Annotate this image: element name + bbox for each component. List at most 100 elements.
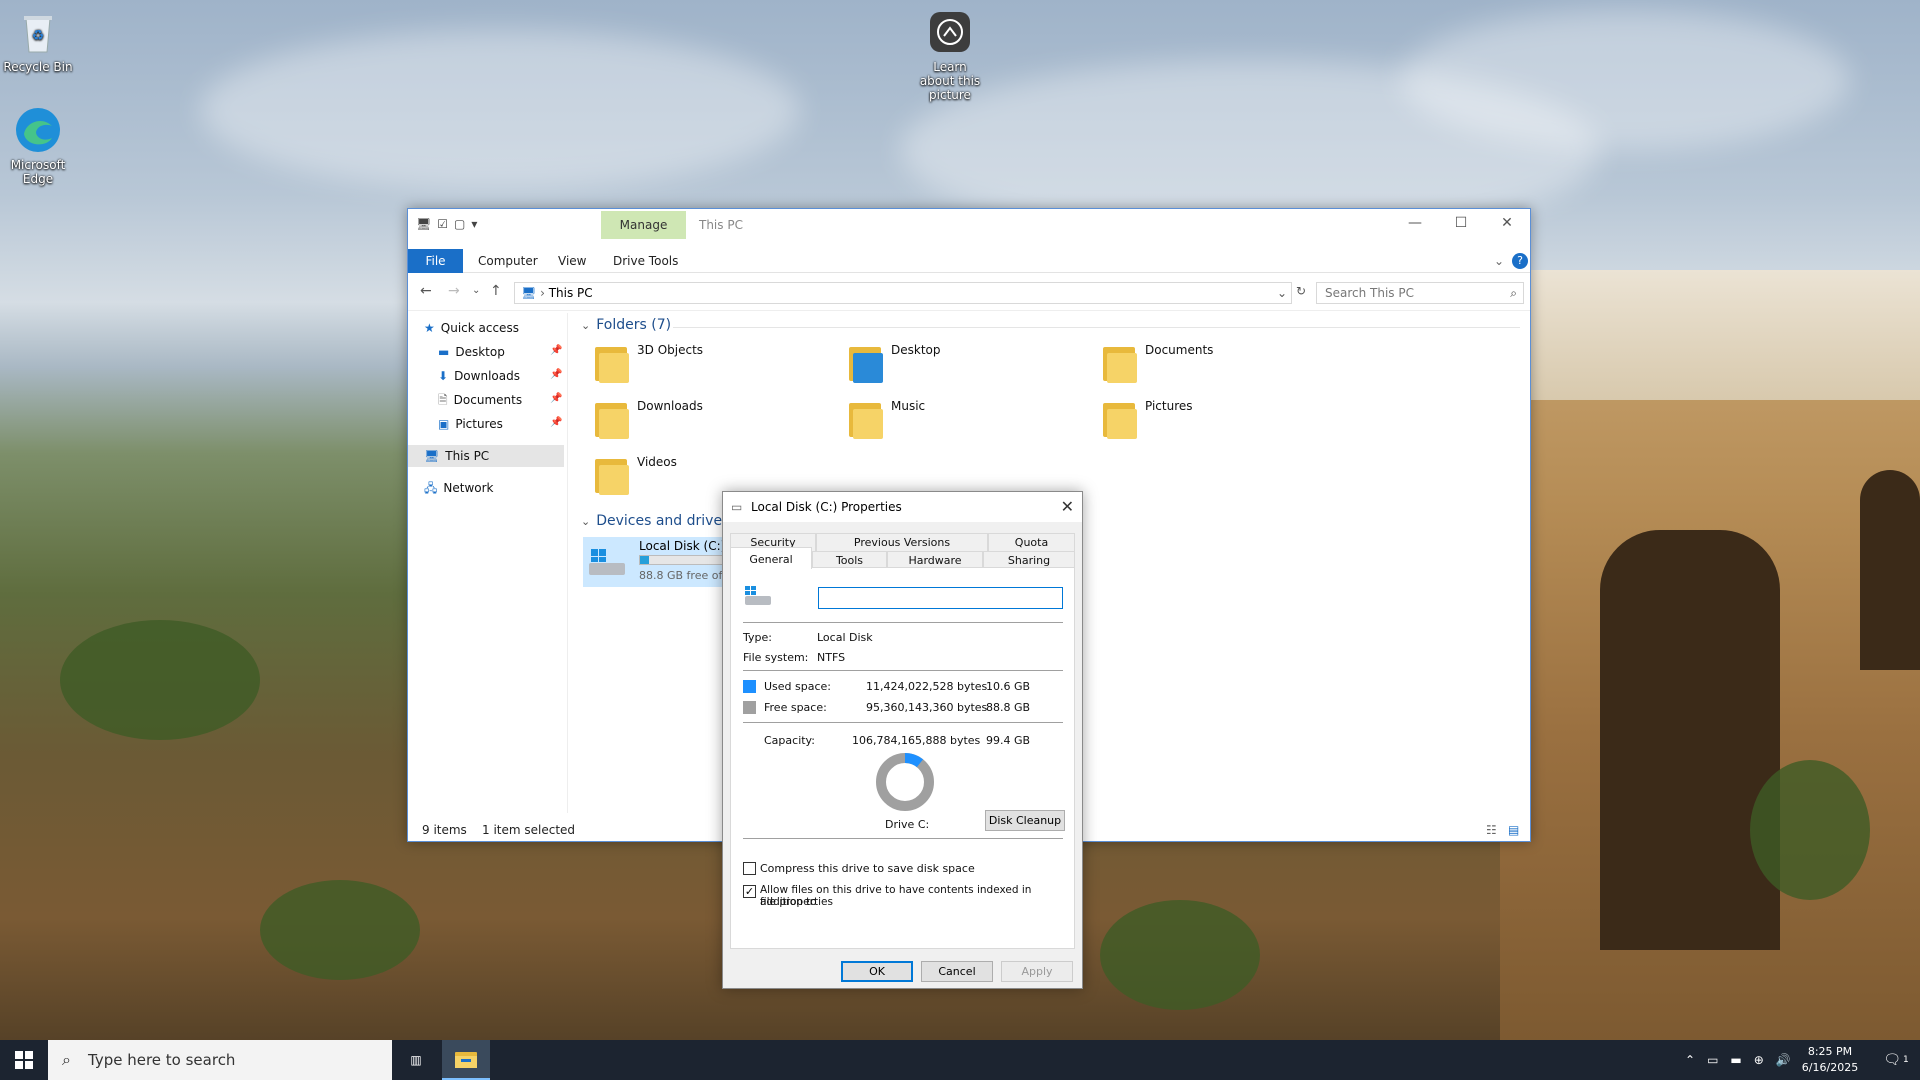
compress-checkbox[interactable] (743, 862, 756, 875)
learn-about-picture-shortcut[interactable]: Learn about this picture (910, 8, 990, 102)
devices-group-header[interactable]: ⌄ Devices and drives ( (581, 513, 739, 529)
folder-3d-objects[interactable]: 3D Objects (593, 343, 703, 383)
meet-now-icon[interactable]: ▭ (1707, 1053, 1718, 1067)
address-row: ← → ⌄ ↑ 🖥 › This PC ⌄ ↻ Search This PC ⌕ (408, 273, 1530, 311)
pin-icon[interactable]: 📌 (550, 345, 562, 356)
drive-name: Local Disk (C:) (639, 539, 726, 553)
nav-pictures[interactable]: ▣ Pictures (438, 413, 503, 435)
desktop-folder-icon (847, 343, 885, 383)
explorer-titlebar: 🖥 ☑ ▢ ▾ Manage This PC — ☐ ✕ (408, 209, 1530, 247)
back-icon[interactable]: ← (420, 283, 432, 299)
tab-view[interactable]: View (550, 249, 594, 273)
edge-shortcut[interactable]: Microsoft Edge (0, 106, 78, 186)
pin-icon[interactable]: 📌 (550, 417, 562, 428)
search-icon: ⌕ (62, 1050, 71, 1069)
battery-icon[interactable]: ▬ (1730, 1053, 1741, 1067)
drive-small-icon: ▭ (731, 500, 743, 514)
folder-documents[interactable]: Documents (1101, 343, 1213, 383)
pin-icon[interactable]: 📌 (550, 369, 562, 380)
free-space-swatch (743, 701, 756, 714)
used-space-gb: 10.6 GB (986, 680, 1031, 693)
type-value: Local Disk (817, 631, 873, 644)
nav-desktop[interactable]: ▬ Desktop (438, 341, 505, 363)
folder-pictures[interactable]: Pictures (1101, 399, 1193, 439)
ok-button[interactable]: OK (841, 961, 913, 982)
nav-network[interactable]: 🖧 Network (424, 477, 494, 499)
music-folder-icon (847, 399, 885, 439)
properties-icon[interactable]: ☑ (437, 217, 448, 231)
nav-downloads[interactable]: ⬇ Downloads (438, 365, 520, 387)
taskbar: ⌕ Type here to search ▥ ⌃ ▭ ▬ ⊕ 🔊 8:25 P… (0, 1040, 1920, 1080)
edge-icon (14, 106, 62, 154)
dialog-close-button[interactable]: ✕ (1061, 492, 1074, 522)
folder-desktop[interactable]: Desktop (847, 343, 941, 383)
navigation-pane: ★ Quick access ▬ Desktop 📌 ⬇ Downloads 📌 🗎 D… (408, 313, 568, 813)
tab-general[interactable]: General (730, 547, 812, 569)
hard-drive-icon (587, 545, 627, 579)
documents-folder-icon (1101, 343, 1139, 383)
new-folder-icon[interactable]: ▢ (454, 217, 465, 231)
recent-locations-icon[interactable]: ⌄ (472, 285, 480, 296)
capacity-label: Capacity: (764, 734, 815, 747)
this-pc-icon: 🖥 (521, 286, 537, 300)
taskbar-search-box[interactable]: ⌕ Type here to search (48, 1040, 392, 1080)
close-button[interactable]: ✕ (1484, 209, 1530, 239)
task-view-icon[interactable]: ▥ (392, 1040, 440, 1080)
customize-toolbar-icon[interactable]: ▾ (471, 217, 477, 231)
apply-button[interactable]: Apply (1001, 961, 1073, 982)
capacity-bytes: 106,784,165,888 bytes (852, 734, 981, 747)
start-button[interactable] (0, 1040, 48, 1080)
tab-file[interactable]: File (408, 249, 463, 273)
recycle-bin-shortcut[interactable]: ♻ Recycle Bin (0, 8, 78, 74)
up-icon[interactable]: ↑ (490, 283, 502, 299)
documents-icon: 🗎 (438, 393, 448, 407)
drive-usage-bar (639, 555, 729, 565)
folders-group-header[interactable]: ⌄ Folders (7) (581, 317, 671, 333)
tab-computer[interactable]: Computer (470, 249, 546, 273)
drive-c-tile[interactable]: Local Disk (C:) 88.8 GB free of 9 (583, 537, 733, 587)
forward-icon[interactable]: → (448, 283, 460, 299)
show-hidden-icons-icon[interactable]: ⌃ (1685, 1053, 1695, 1067)
address-dropdown-icon[interactable]: ⌄ (1277, 283, 1287, 303)
expand-ribbon-icon[interactable]: ⌄ (1486, 249, 1512, 273)
folder-music[interactable]: Music (847, 399, 925, 439)
filesystem-value: NTFS (817, 651, 846, 664)
disk-cleanup-button[interactable]: Disk Cleanup (985, 810, 1065, 831)
nav-documents[interactable]: 🗎 Documents (438, 389, 522, 411)
address-bar[interactable]: 🖥 › This PC ⌄ (514, 282, 1292, 304)
pin-icon[interactable]: 📌 (550, 393, 562, 404)
free-space-bytes: 95,360,143,360 bytes (866, 701, 988, 714)
volume-icon[interactable]: 🔊 (1776, 1053, 1791, 1067)
search-box[interactable]: Search This PC ⌕ (1316, 282, 1524, 304)
tab-quota[interactable]: Quota (988, 533, 1075, 551)
details-view-icon[interactable]: ☷ (1486, 819, 1497, 841)
file-explorer-taskbar-icon[interactable] (442, 1040, 490, 1080)
index-checkbox[interactable]: ✓ (743, 885, 756, 898)
tab-drive-tools[interactable]: Drive Tools (605, 249, 686, 273)
learn-about-label: Learn about this picture (919, 60, 981, 102)
action-center-icon[interactable]: 🗨 1 (1872, 1040, 1920, 1080)
nav-quick-access[interactable]: ★ Quick access (424, 317, 519, 339)
tab-manage[interactable]: Manage (601, 211, 686, 239)
downloads-folder-icon (593, 399, 631, 439)
type-label: Type: (743, 631, 772, 644)
tab-previous-versions[interactable]: Previous Versions (816, 533, 988, 551)
folder-videos[interactable]: Videos (593, 455, 677, 495)
maximize-button[interactable]: ☐ (1438, 209, 1484, 239)
clock[interactable]: 8:25 PM 6/16/2025 (1790, 1044, 1870, 1076)
large-icons-view-icon[interactable]: ▤ (1508, 819, 1519, 841)
general-tab-panel: Type: Local Disk File system: NTFS Used … (730, 567, 1075, 949)
nav-this-pc[interactable]: 🖥 This PC (408, 445, 564, 467)
svg-text:♻: ♻ (32, 28, 45, 44)
computer-icon[interactable]: 🖥 (416, 217, 431, 231)
minimize-button[interactable]: — (1392, 209, 1438, 239)
help-icon[interactable]: ? (1512, 253, 1528, 269)
selection-count: 1 item selected (482, 823, 576, 837)
chevron-down-icon: ⌄ (581, 318, 591, 332)
videos-folder-icon (593, 455, 631, 495)
refresh-icon[interactable]: ↻ (1296, 284, 1306, 298)
drive-label-input[interactable] (818, 587, 1063, 609)
cancel-button[interactable]: Cancel (921, 961, 993, 982)
folder-downloads[interactable]: Downloads (593, 399, 703, 439)
network-globe-icon[interactable]: ⊕ (1754, 1053, 1764, 1067)
